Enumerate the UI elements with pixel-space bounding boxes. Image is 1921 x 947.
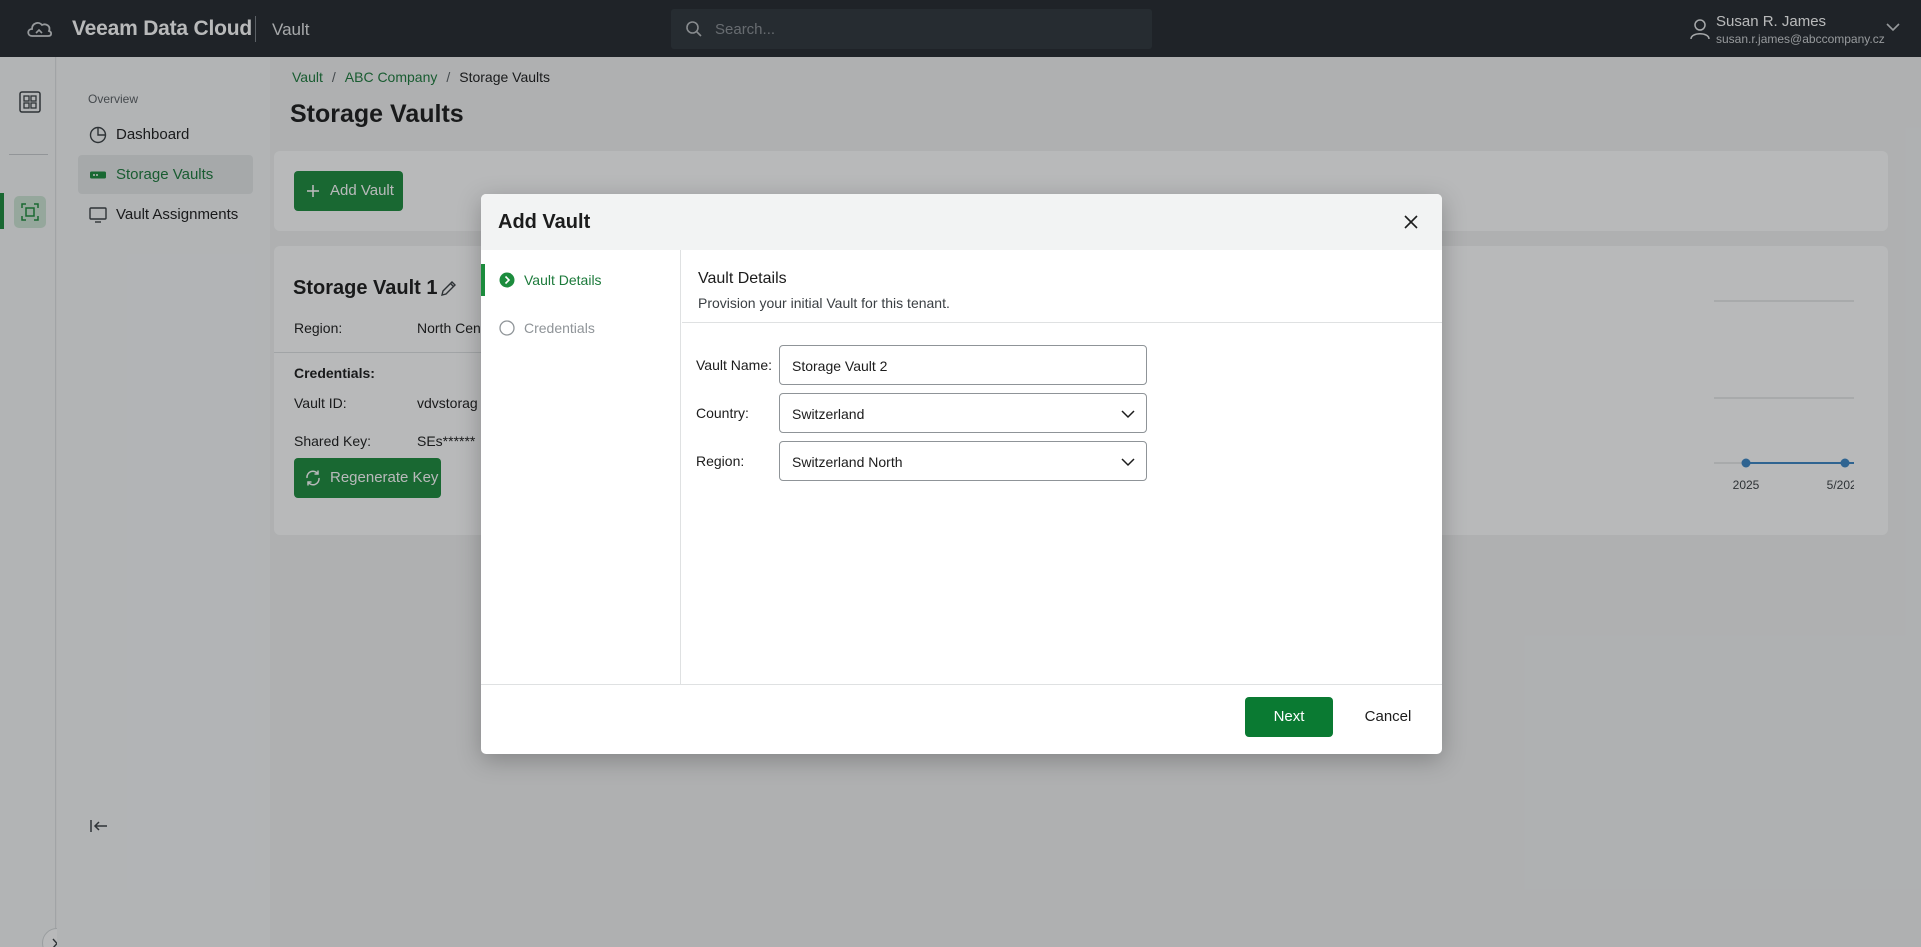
vault-name-value: Storage Vault 2	[792, 358, 888, 374]
country-select[interactable]: Switzerland	[779, 393, 1147, 433]
vault-name-label: Vault Name:	[696, 357, 772, 373]
region-select[interactable]: Switzerland North	[779, 441, 1147, 481]
dialog-header: Add Vault	[481, 194, 1442, 250]
step-label: Vault Details	[524, 272, 602, 288]
vault-name-input[interactable]: Storage Vault 2	[779, 345, 1147, 385]
region-value: Switzerland North	[792, 454, 903, 470]
wizard-steps: Vault Details Credentials	[481, 250, 681, 684]
step-active-indicator	[481, 264, 485, 296]
section-subtitle: Provision your initial Vault for this te…	[698, 295, 950, 311]
section-header: Vault Details Provision your initial Vau…	[682, 250, 1442, 323]
country-value: Switzerland	[792, 406, 865, 422]
step-current-icon	[499, 272, 515, 288]
dialog-title: Add Vault	[498, 211, 591, 233]
step-vault-details[interactable]: Vault Details	[481, 264, 681, 296]
step-pending-icon	[499, 320, 515, 336]
section-title: Vault Details	[698, 270, 787, 287]
cancel-button[interactable]: Cancel	[1354, 697, 1422, 737]
step-label: Credentials	[524, 320, 595, 336]
close-icon[interactable]	[1402, 213, 1420, 231]
region-label: Region:	[696, 453, 745, 469]
chevron-down-icon	[1121, 458, 1135, 467]
step-credentials[interactable]: Credentials	[481, 312, 681, 344]
dialog-footer: Next Cancel	[481, 684, 1442, 754]
next-button[interactable]: Next	[1245, 697, 1333, 737]
country-label: Country:	[696, 405, 749, 421]
add-vault-dialog: Add Vault Vault Details Credentials Vaul…	[481, 194, 1442, 754]
chevron-down-icon	[1121, 410, 1135, 419]
